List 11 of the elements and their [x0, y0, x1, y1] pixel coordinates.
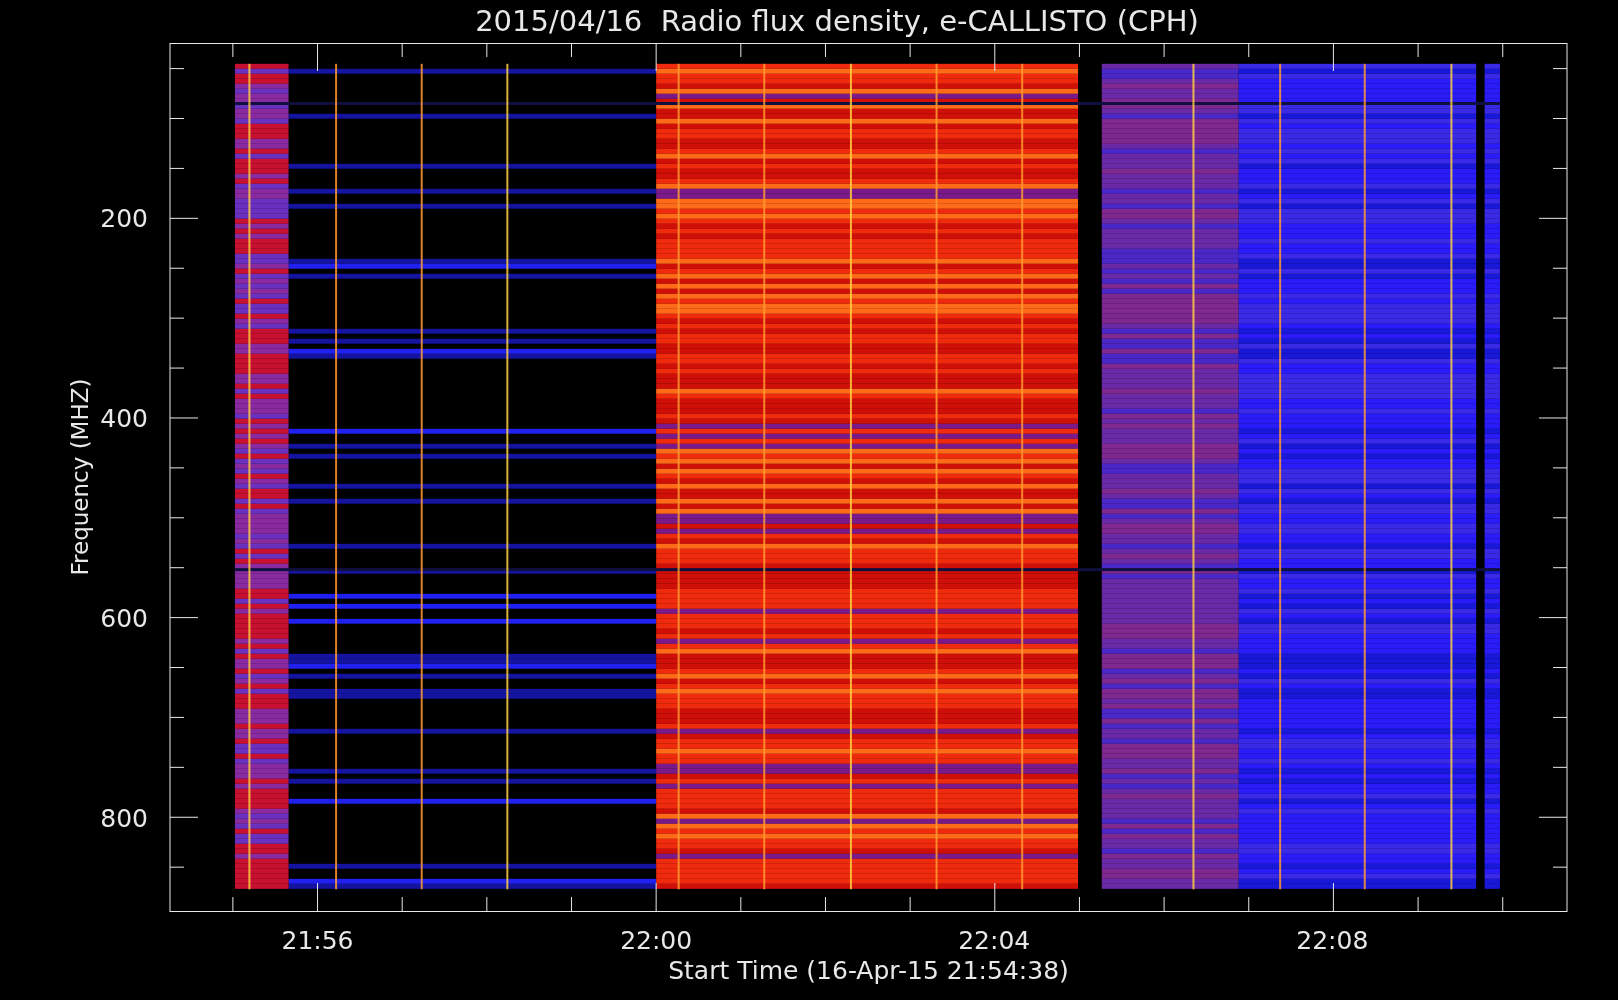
x-tick-label: 22:00 [620, 926, 693, 955]
x-axis-label: Start Time (16-Apr-15 21:54:38) [668, 956, 1069, 985]
x-tick-label: 21:56 [281, 926, 354, 955]
y-tick-label: 200 [100, 204, 148, 234]
y-tick-label: 600 [100, 604, 148, 634]
x-tick-label: 22:04 [958, 926, 1031, 955]
chart-title: 2015/04/16 Radio flux density, e-CALLISTO (CPH) [475, 3, 1199, 40]
y-tick-label: 400 [100, 404, 148, 433]
y-axis-label: Frequency (MHZ) [67, 378, 93, 576]
y-tick-label: 800 [100, 804, 148, 834]
x-tick-label: 22:08 [1296, 926, 1369, 955]
